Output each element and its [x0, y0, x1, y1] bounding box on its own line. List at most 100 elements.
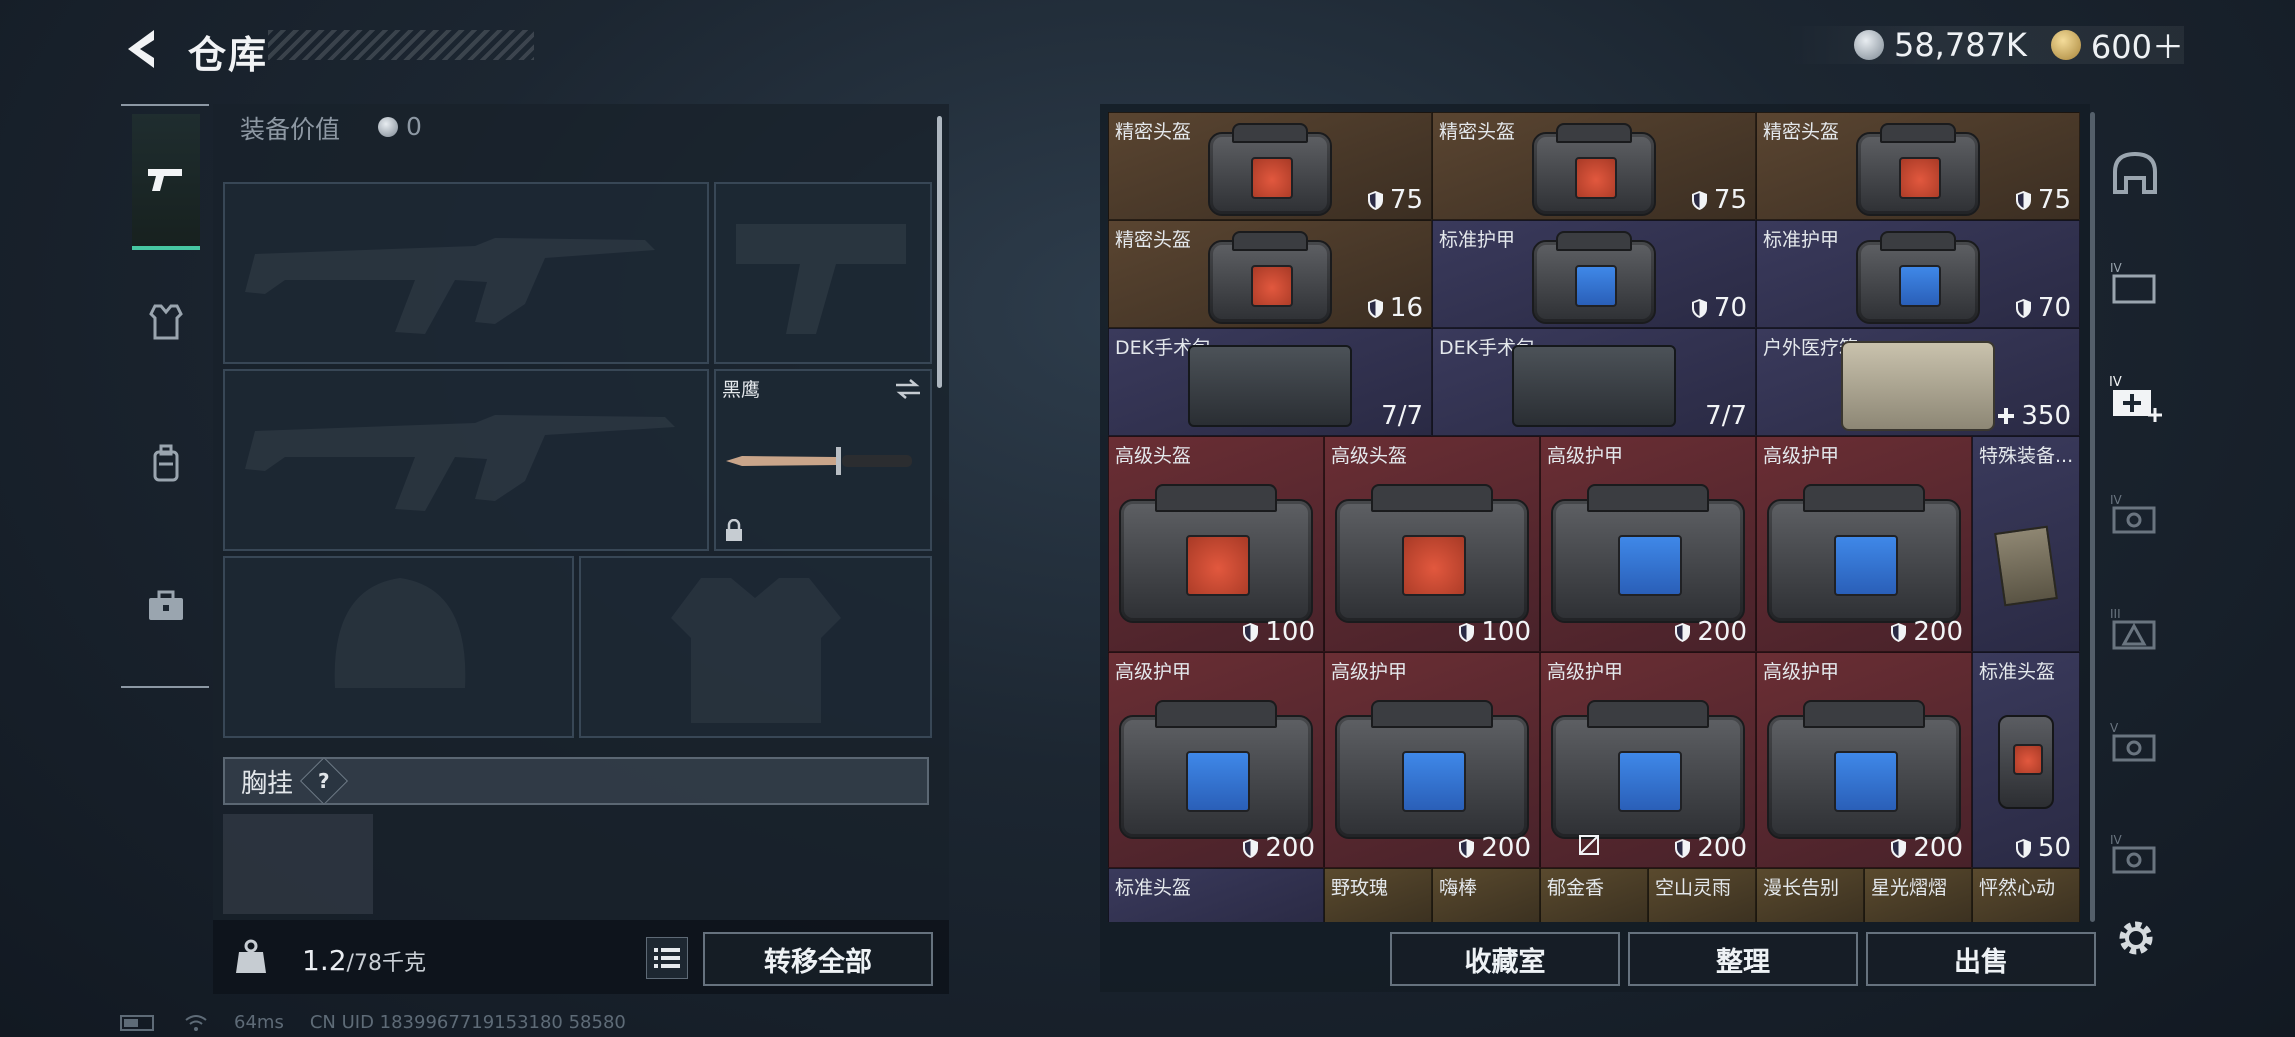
tab-keys[interactable]: V [2100, 708, 2170, 778]
storage-item[interactable]: 高级护甲 200 [1108, 652, 1324, 868]
pistol-slot[interactable] [714, 182, 932, 364]
storage-item[interactable]: 精密头盔 75 [1108, 112, 1432, 220]
tab-backpack[interactable] [132, 430, 200, 498]
item-value-number: 350 [2021, 401, 2071, 431]
tab-armor[interactable] [132, 288, 200, 356]
storage-item[interactable]: 标准护甲 70 [1756, 220, 2080, 328]
gear-patch [1185, 750, 1251, 813]
storage-item[interactable]: 漫长告别 [1756, 868, 1864, 922]
gear-patch [1574, 156, 1618, 200]
item-name: 标准头盔 [1979, 661, 2056, 683]
chest-rig-label: 胸挂 [241, 768, 294, 799]
storage-item[interactable]: 高级护甲 200 [1540, 652, 1756, 868]
key-tab-icon: V [2110, 721, 2156, 762]
medical-box-image [1841, 341, 1995, 432]
melee-slot[interactable]: 黑鹰 [714, 369, 932, 551]
gear-patch [1898, 264, 1942, 308]
item-name: 精密头盔 [1763, 121, 1840, 143]
sell-button[interactable]: 出售 [1866, 932, 2096, 986]
swap-icon[interactable] [894, 377, 922, 401]
item-name: 嗨棒 [1439, 877, 1478, 899]
item-value-number: 7/7 [1381, 401, 1423, 431]
storage-item[interactable]: 精密头盔 16 [1108, 220, 1432, 328]
storage-item[interactable]: 怦然心动 [1972, 868, 2080, 922]
heal-plus-icon [1998, 408, 2015, 424]
armor-shield-icon [1675, 622, 1691, 642]
item-value: 7/7 [1381, 401, 1423, 431]
tab-tactical[interactable]: III [2100, 594, 2170, 664]
gear-patch [1574, 264, 1618, 308]
storage-item[interactable]: 嗨棒 [1432, 868, 1540, 922]
storage-item[interactable]: 高级护甲 200 [1756, 652, 1972, 868]
storage-item[interactable]: 高级护甲 200 [1324, 652, 1540, 868]
settings-button[interactable] [2112, 914, 2160, 962]
gear-bag-image [1208, 231, 1332, 325]
toolbox-icon [149, 590, 183, 620]
tab-helmets[interactable] [2100, 138, 2170, 208]
gear-bag-image [1119, 484, 1313, 624]
tab-misc[interactable]: IV [2100, 820, 2170, 890]
storage-scrollbar[interactable] [2090, 112, 2095, 922]
svg-text:IV: IV [2109, 375, 2122, 390]
item-name: 精密头盔 [1115, 229, 1192, 251]
list-view-button[interactable] [646, 937, 688, 979]
item-name: 特殊装备... [1979, 445, 2074, 467]
list-icon [654, 948, 680, 968]
primary-weapon-slot[interactable] [223, 182, 709, 364]
storage-item[interactable]: 高级护甲 200 [1540, 436, 1756, 652]
item-value-number: 200 [1697, 617, 1747, 647]
svg-text:IV: IV [2110, 833, 2123, 847]
special-case-image [1994, 525, 2058, 607]
secondary-weapon-slot[interactable] [223, 369, 709, 551]
storage-item[interactable]: 郁金香 [1540, 868, 1648, 922]
storage-item[interactable]: 星光熠熠 [1864, 868, 1972, 922]
gold-amount[interactable]: 600＋ [2091, 22, 2184, 68]
item-value-number: 7/7 [1705, 401, 1747, 431]
tab-storage-iv[interactable]: IV [2100, 248, 2170, 318]
storage-item[interactable]: 标准头盔 [1108, 868, 1324, 922]
tab-medical[interactable]: IV [2100, 364, 2170, 434]
item-value: 350 [1997, 401, 2071, 431]
item-name: 空山灵雨 [1655, 877, 1732, 899]
item-name: 精密头盔 [1115, 121, 1192, 143]
storage-item[interactable]: 户外医疗箱 350 [1756, 328, 2080, 436]
gear-patch [1185, 534, 1251, 597]
tab-ammo[interactable]: IV [2100, 480, 2170, 550]
item-value: 100 [1242, 617, 1315, 647]
storage-item[interactable]: 高级护甲 200 [1756, 436, 1972, 652]
transfer-all-button[interactable]: 转移全部 [703, 932, 933, 986]
sort-button[interactable]: 整理 [1628, 932, 1858, 986]
tab-tools[interactable] [132, 572, 200, 640]
storage-item[interactable]: 精密头盔 75 [1756, 112, 2080, 220]
help-icon[interactable]: ? [299, 756, 349, 806]
storage-item[interactable]: 标准护甲 70 [1432, 220, 1756, 328]
ping-text: 64ms [234, 1012, 284, 1033]
helmet-silhouette-icon [334, 578, 466, 688]
storage-item[interactable]: 空山灵雨 [1648, 868, 1756, 922]
gear-patch [2013, 744, 2043, 775]
backpack-icon [153, 444, 179, 482]
storage-item[interactable]: 高级头盔 100 [1324, 436, 1540, 652]
item-name: 高级护甲 [1763, 445, 1840, 467]
armor-shield-icon [1367, 190, 1383, 210]
loadout-scrollbar[interactable] [937, 116, 942, 388]
storage-item[interactable]: DEK手术包 7/7 [1108, 328, 1432, 436]
collection-room-button[interactable]: 收藏室 [1390, 932, 1620, 986]
helmet-slot[interactable] [223, 556, 574, 738]
armor-shield-icon [1459, 622, 1475, 642]
storage-item[interactable]: 野玫瑰 [1324, 868, 1432, 922]
weight-icon [236, 939, 266, 973]
weight-button[interactable] [222, 928, 280, 986]
storage-item[interactable]: 高级头盔 100 [1108, 436, 1324, 652]
misc-tab-icon: IV [2110, 833, 2156, 874]
storage-item[interactable]: 精密头盔 75 [1432, 112, 1756, 220]
storage-item[interactable]: DEK手术包 7/7 [1432, 328, 1756, 436]
chest-rig-slot[interactable] [223, 814, 373, 914]
gear-patch [1401, 750, 1467, 813]
back-button[interactable] [118, 24, 168, 74]
item-name: 郁金香 [1547, 877, 1605, 899]
gear-bag-image [1335, 700, 1529, 840]
pistol-icon [148, 169, 182, 191]
body-armor-slot[interactable] [579, 556, 932, 738]
tab-weapons[interactable] [132, 114, 200, 250]
